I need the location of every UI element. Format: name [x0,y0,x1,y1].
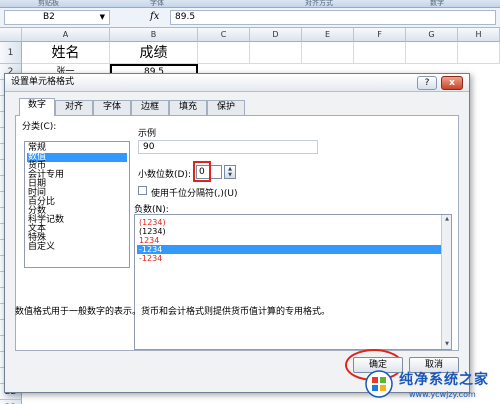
negative-format-item-selected[interactable]: -1234 [137,245,449,254]
formula-input[interactable]: 89.5 [170,10,496,25]
tab-font[interactable]: 字体 [93,100,131,115]
negative-format-item[interactable]: (1234) [137,227,449,236]
scroll-up-icon[interactable]: ▲ [443,215,451,224]
cell-a1[interactable]: 姓名 [22,42,110,64]
column-header-f[interactable]: F [354,28,406,42]
ribbon-group-number: 数字 [430,0,444,7]
tab-number[interactable]: 数字 [19,98,55,116]
cell-e1[interactable] [302,42,354,64]
windows-logo-icon [365,370,393,398]
negative-list-scrollbar[interactable]: ▲ ▼ [441,215,451,349]
row-header-23[interactable]: 23 [0,400,22,404]
sample-box: 90 [138,140,318,154]
scroll-down-icon[interactable]: ▼ [443,340,451,349]
sample-value: 90 [143,142,155,152]
thousands-separator-checkbox[interactable] [138,186,147,195]
formula-bar: B2 ▼ fx 89.5 [0,8,500,28]
column-header-b[interactable]: B [110,28,198,42]
chevron-down-icon[interactable]: ▼ [100,11,105,24]
column-header-h[interactable]: H [458,28,500,42]
format-cells-dialog: 设置单元格格式 ? x 数字 对齐 字体 边框 填充 保护 分类(C): 常规 … [4,73,470,393]
watermark: 纯净系统之家 www.ycwjzy.com [365,366,500,404]
decimal-places-label: 小数位数(D): [138,170,191,180]
cell-f1[interactable] [354,42,406,64]
negative-format-item[interactable]: -1234 [137,254,449,263]
decimal-places-stepper[interactable]: ▲ ▼ [224,165,236,179]
tab-border[interactable]: 边框 [131,100,169,115]
column-header-c[interactable]: C [198,28,250,42]
dialog-title: 设置单元格格式 [5,74,469,92]
column-header-d[interactable]: D [250,28,302,42]
highlight-box [193,161,211,182]
column-header-g[interactable]: G [406,28,458,42]
ribbon-strip: 剪贴板 字体 对齐方式 数字 [0,0,500,8]
column-header-e[interactable]: E [302,28,354,42]
cell-c1[interactable] [198,42,250,64]
ribbon-group-font: 字体 [150,0,164,7]
function-icon[interactable]: fx [150,11,159,22]
cell-d1[interactable] [250,42,302,64]
negative-format-item[interactable]: (1234) [137,218,449,227]
ribbon-group-alignment: 对齐方式 [305,0,333,7]
column-header-a[interactable]: A [22,28,110,42]
tab-fill[interactable]: 填充 [169,100,207,115]
thousands-separator-label: 使用千位分隔符(,)(U) [151,189,238,199]
close-icon[interactable]: x [441,76,463,90]
watermark-url: www.ycwjzy.com [409,390,476,399]
tab-alignment[interactable]: 对齐 [55,100,93,115]
ribbon-group-clipboard: 剪贴板 [38,0,59,7]
watermark-title: 纯净系统之家 [399,372,489,388]
category-label: 分类(C): [22,122,57,132]
cell-g1[interactable] [406,42,458,64]
tab-protection[interactable]: 保护 [207,100,245,115]
row-header-1[interactable]: 1 [0,42,22,64]
name-box-value: B2 [43,12,55,22]
negative-format-item[interactable]: 1234 [137,236,449,245]
select-all-corner[interactable] [0,28,22,42]
cell-h1[interactable] [458,42,500,64]
help-icon[interactable]: ? [417,76,437,90]
category-custom[interactable]: 自定义 [27,243,127,252]
category-list[interactable]: 常规 数值 货币 会计专用 日期 时间 百分比 分数 科学记数 文本 特殊 自定… [24,141,130,268]
name-box[interactable]: B2 ▼ [4,10,110,25]
negative-numbers-list[interactable]: (1234) (1234) 1234 -1234 -1234 ▲ ▼ [134,214,452,350]
cell-b1[interactable]: 成绩 [110,42,198,64]
sample-label: 示例 [138,129,157,139]
format-description: 数值格式用于一般数字的表示。货币和会计格式则提供货币值计算的专用格式。 [15,307,331,317]
spin-down-icon[interactable]: ▼ [225,172,235,178]
